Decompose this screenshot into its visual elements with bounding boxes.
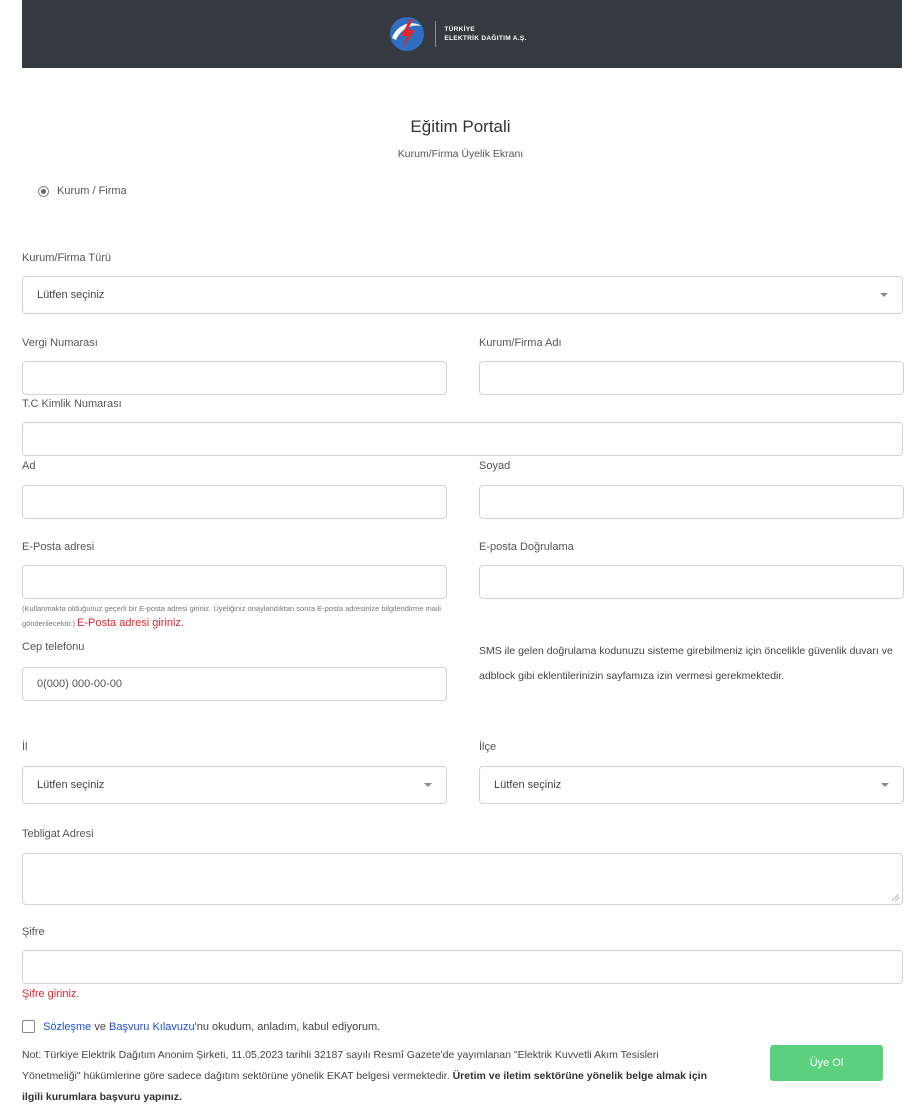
tc-id-input[interactable]: [22, 422, 903, 456]
surname-label: Soyad: [479, 460, 511, 472]
chevron-down-icon: [881, 783, 889, 787]
company-name-input[interactable]: [479, 361, 904, 395]
district-label: İlçe: [479, 741, 497, 753]
email-error: E-Posta adresi giriniz.: [77, 617, 185, 629]
type-label: Kurum/Firma Türü: [22, 252, 112, 264]
type-select-value: Lütfen seçiniz: [37, 289, 105, 301]
chevron-down-icon: [880, 293, 888, 297]
ekat-note: Not: Türkiye Elektrik Dağıtım Anonim Şir…: [22, 1045, 712, 1108]
sms-info-text: SMS ile gelen doğrulama kodunuzu sisteme…: [479, 645, 893, 682]
page-title: Eğitim Portali: [410, 117, 511, 136]
first-name-input[interactable]: [22, 485, 447, 519]
top-header-bar: TÜRKİYE ELEKTRİK DAĞITIM A.Ş.: [22, 0, 902, 68]
resize-handle-icon[interactable]: [892, 894, 899, 901]
first-name-label: Ad: [22, 460, 36, 472]
email-input[interactable]: [22, 565, 447, 599]
phone-placeholder: 0(000) 000-00-00: [37, 678, 123, 690]
agreement-conj: ve: [94, 1020, 106, 1033]
surname-input[interactable]: [479, 485, 904, 519]
address-label: Tebligat Adresi: [22, 828, 94, 840]
agreement-text: Sözleşme ve Başvuru Kılavuzu'nu okudum, …: [43, 1021, 380, 1033]
chevron-down-icon: [424, 783, 432, 787]
register-button[interactable]: Üye Ol: [770, 1045, 883, 1081]
agreement-checkbox[interactable]: [22, 1020, 35, 1033]
phone-label: Cep telefonu: [22, 641, 85, 653]
password-error: Şifre giriniz.: [22, 988, 80, 1000]
logo-line-1: TÜRKİYE: [444, 26, 475, 33]
agreement-row: Sözleşme ve Başvuru Kılavuzu'nu okudum, …: [22, 1020, 380, 1033]
email-help-text: (Kullanmakta olduğunuz geçerli bir E-pos…: [22, 602, 462, 631]
guide-link[interactable]: Başvuru Kılavuzu: [109, 1021, 195, 1033]
agreement-rest: 'nu okudum, anladım, kabul ediyorum.: [194, 1020, 381, 1033]
password-input[interactable]: [22, 950, 903, 984]
tc-id-label: T.C Kimlik Numarası: [22, 398, 122, 410]
logo-line-2: ELEKTRİK DAĞITIM A.Ş.: [444, 35, 527, 42]
lightning-logo-icon: [390, 17, 425, 51]
address-textarea[interactable]: [22, 853, 903, 905]
tax-number-input[interactable]: [22, 361, 447, 395]
radio-button-icon[interactable]: [38, 185, 49, 197]
city-label: İl: [22, 741, 28, 753]
page-subtitle: Kurum/Firma Üyelik Ekranı: [397, 148, 524, 160]
logo-text: TÜRKİYE ELEKTRİK DAĞITIM A.Ş.: [444, 25, 526, 43]
email-confirm-label: E-posta Doğrulama: [479, 541, 574, 553]
email-label: E-Posta adresi: [22, 541, 95, 553]
company-name-label: Kurum/Firma Adı: [479, 337, 562, 349]
district-select[interactable]: Lütfen seçiniz: [479, 766, 904, 804]
radio-label: Kurum / Firma: [57, 185, 127, 197]
phone-input[interactable]: 0(000) 000-00-00: [22, 667, 447, 701]
city-select-value: Lütfen seçiniz: [37, 779, 105, 791]
logo-divider: [435, 21, 437, 47]
tax-number-label: Vergi Numarası: [22, 337, 98, 349]
email-confirm-input[interactable]: [479, 565, 904, 599]
city-select[interactable]: Lütfen seçiniz: [22, 766, 447, 804]
company-logo[interactable]: TÜRKİYE ELEKTRİK DAĞITIM A.Ş.: [387, 14, 526, 54]
password-label: Şifre: [22, 926, 45, 938]
district-select-value: Lütfen seçiniz: [494, 779, 562, 791]
radio-kurum-firma[interactable]: Kurum / Firma: [38, 185, 127, 197]
type-select[interactable]: Lütfen seçiniz: [22, 276, 903, 314]
contract-link[interactable]: Sözleşme: [43, 1021, 91, 1033]
